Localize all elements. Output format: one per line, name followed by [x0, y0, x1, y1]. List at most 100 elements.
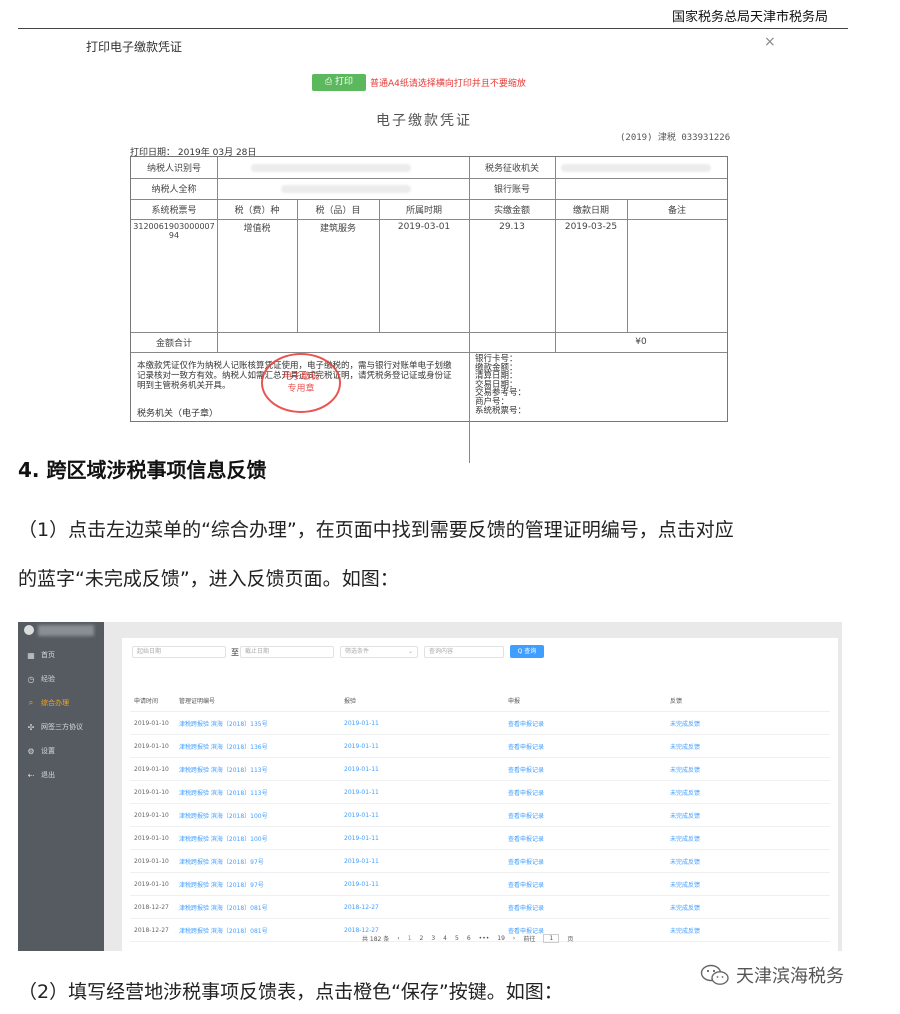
table-row: 2019-01-10 津税跨报验 滨海〔2018〕113号 2019-01-11 查看…	[130, 758, 830, 781]
certificate-no[interactable]: 津税跨报验 滨海〔2018〕100号	[179, 804, 268, 826]
redacted-value	[251, 164, 411, 172]
certificate-no[interactable]: 津税跨报验 滨海〔2018〕100号	[179, 827, 268, 849]
certificate-no[interactable]: 津税跨报验 滨海〔2018〕081号	[179, 919, 268, 941]
certificate-no[interactable]: 津税跨报验 滨海〔2018〕97号	[179, 850, 264, 872]
next-page-icon[interactable]: ›	[513, 935, 515, 942]
inspection-date[interactable]: 2019-01-11	[344, 758, 379, 780]
print-button[interactable]: ⎙ 打印	[312, 74, 366, 91]
value-total: ¥0	[635, 337, 647, 347]
app-screenshot: ▦ 首页 ◷ 经验 ⌕ 综合办理 ✣ 网签三方协议 ⚙ 设置 ⇠ 退出 起始日期 至 截止日期 筛选条…	[18, 622, 842, 951]
apply-date: 2019-01-10	[134, 788, 169, 796]
seal-line: 专用章	[287, 384, 315, 394]
bank-field-list: 银行卡号： 缴款金额： 清算日期： 交易日期： 交易参考号： 商户号： 系统税票号：	[475, 355, 526, 415]
label-bank-account: 银行账号	[493, 185, 530, 195]
feedback-link[interactable]: 未完成反馈	[670, 919, 700, 941]
goto-page-input[interactable]: 1	[543, 934, 560, 943]
inspection-date[interactable]: 2018-12-27	[344, 896, 379, 918]
certificate-table: 申请时间 管理证明编号 报验 申报 反馈 2019-01-10 津税跨报验 滨海〔2018〕…	[130, 690, 830, 942]
inspection-date[interactable]: 2019-01-11	[344, 850, 379, 872]
sidebar-item[interactable]: ▦ 首页	[18, 644, 104, 666]
value-ticket-no: 3120061903000007 94	[133, 222, 215, 240]
value-pay-date: 2019-03-25	[564, 222, 618, 232]
declaration-link[interactable]: 查看申报记录	[508, 896, 544, 918]
inspection-date[interactable]: 2019-01-11	[344, 712, 379, 734]
sidebar-item[interactable]: ◷ 经验	[18, 668, 104, 690]
print-note: 普通A4纸请选择横向打印并且不要缩放	[370, 79, 526, 89]
col-ticket-no: 系统税票号	[151, 205, 197, 216]
feedback-link[interactable]: 未完成反馈	[670, 896, 700, 918]
status-select-value: 筛选条件	[345, 648, 370, 655]
query-button[interactable]: Q 查询	[510, 645, 544, 658]
table-row: 2019-01-10 津税跨报验 滨海〔2018〕136号 2019-01-11 查看…	[130, 735, 830, 758]
inspection-date[interactable]: 2019-01-11	[344, 804, 379, 826]
label-tax-office: 税务征收机关	[484, 164, 539, 174]
page-number[interactable]: •••	[479, 935, 490, 942]
declaration-link[interactable]: 查看申报记录	[508, 781, 544, 803]
sidebar-item[interactable]: ⚙ 设置	[18, 740, 104, 762]
certificate-no[interactable]: 津税跨报验 滨海〔2018〕97号	[179, 873, 264, 895]
inspection-date[interactable]: 2019-01-11	[344, 735, 379, 757]
voucher-title: 电子缴款凭证	[376, 113, 472, 129]
inspection-date[interactable]: 2019-01-11	[344, 827, 379, 849]
certificate-no[interactable]: 津税跨报验 滨海〔2018〕136号	[179, 735, 268, 757]
page-number[interactable]: 4	[443, 935, 447, 942]
label-total: 金额合计	[155, 338, 192, 349]
feedback-link[interactable]: 未完成反馈	[670, 827, 700, 849]
seal-stamp: 电子缴税 专用章	[261, 353, 341, 413]
dialog-title: 打印电子缴款凭证	[86, 40, 183, 54]
inspection-date[interactable]: 2019-01-11	[344, 781, 379, 803]
certificate-no[interactable]: 津税跨报验 滨海〔2018〕113号	[179, 781, 268, 803]
sidebar-item-label: 综合办理	[41, 699, 69, 707]
status-select[interactable]: 筛选条件 ⌄	[340, 646, 418, 658]
feedback-link[interactable]: 未完成反馈	[670, 712, 700, 734]
sidebar-item[interactable]: ⇠ 退出	[18, 764, 104, 786]
value-tax-item: 建筑服务	[319, 223, 356, 234]
declaration-link[interactable]: 查看申报记录	[508, 804, 544, 826]
bank-field-label: 系统税票号：	[475, 405, 527, 416]
sidebar-item[interactable]: ⌕ 综合办理	[18, 692, 104, 714]
inspection-date[interactable]: 2019-01-11	[344, 873, 379, 895]
feedback-link[interactable]: 未完成反馈	[670, 735, 700, 757]
table-row: 2018-12-27 津税跨报验 滨海〔2018〕081号 2018-12-27 查看…	[130, 896, 830, 919]
declaration-link[interactable]: 查看申报记录	[508, 827, 544, 849]
page-number[interactable]: 3	[431, 935, 435, 942]
start-date-input[interactable]: 起始日期	[132, 646, 226, 658]
end-date-input[interactable]: 截止日期	[240, 646, 334, 658]
close-icon[interactable]: ×	[764, 34, 776, 50]
grid-line	[131, 352, 727, 353]
col-pay-date: 缴款日期	[572, 205, 609, 216]
feedback-link[interactable]: 未完成反馈	[670, 873, 700, 895]
declaration-link[interactable]: 查看申报记录	[508, 758, 544, 780]
instruction-step-1-line-2: 的蓝字“未完成反馈”，进入反馈页面。如图：	[18, 568, 399, 590]
main-panel: 起始日期 至 截止日期 筛选条件 ⌄ 查询内容 Q 查询 申请时间 管理证明编号 报…	[122, 638, 838, 951]
grid-line	[469, 199, 470, 463]
section-heading: 4. 跨区域涉税事项信息反馈	[18, 458, 267, 482]
declaration-link[interactable]: 查看申报记录	[508, 712, 544, 734]
sidebar-item[interactable]: ✣ 网签三方协议	[18, 716, 104, 738]
certificate-no[interactable]: 津税跨报验 滨海〔2018〕081号	[179, 896, 268, 918]
page-number[interactable]: 2	[420, 935, 424, 942]
table-row: 2019-01-10 津税跨报验 滨海〔2018〕100号 2019-01-11 查看…	[130, 827, 830, 850]
keyword-input[interactable]: 查询内容	[424, 646, 504, 658]
table-row: 2019-01-10 津税跨报验 滨海〔2018〕97号 2019-01-11 查看申…	[130, 873, 830, 896]
page-number[interactable]: 6	[467, 935, 471, 942]
col-remark: 备注	[667, 205, 686, 216]
declaration-link[interactable]: 查看申报记录	[508, 850, 544, 872]
gear-icon: ⚙	[27, 746, 35, 756]
feedback-link[interactable]: 未完成反馈	[670, 850, 700, 872]
prev-page-icon[interactable]: ‹	[397, 935, 399, 942]
feedback-link[interactable]: 未完成反馈	[670, 781, 700, 803]
page-number[interactable]: 19	[497, 935, 505, 942]
certificate-no[interactable]: 津税跨报验 滨海〔2018〕113号	[179, 758, 268, 780]
page-number[interactable]: 1	[408, 935, 412, 942]
seal-line: 电子缴税	[282, 372, 319, 382]
certificate-no[interactable]: 津税跨报验 滨海〔2018〕135号	[179, 712, 268, 734]
value-amount: 29.13	[499, 222, 525, 232]
feedback-link[interactable]: 未完成反馈	[670, 804, 700, 826]
declaration-link[interactable]: 查看申报记录	[508, 873, 544, 895]
feedback-link[interactable]: 未完成反馈	[670, 758, 700, 780]
grid-line	[131, 178, 727, 179]
declaration-link[interactable]: 查看申报记录	[508, 735, 544, 757]
sidebar: ▦ 首页 ◷ 经验 ⌕ 综合办理 ✣ 网签三方协议 ⚙ 设置 ⇠ 退出	[18, 622, 104, 951]
page-number[interactable]: 5	[455, 935, 459, 942]
